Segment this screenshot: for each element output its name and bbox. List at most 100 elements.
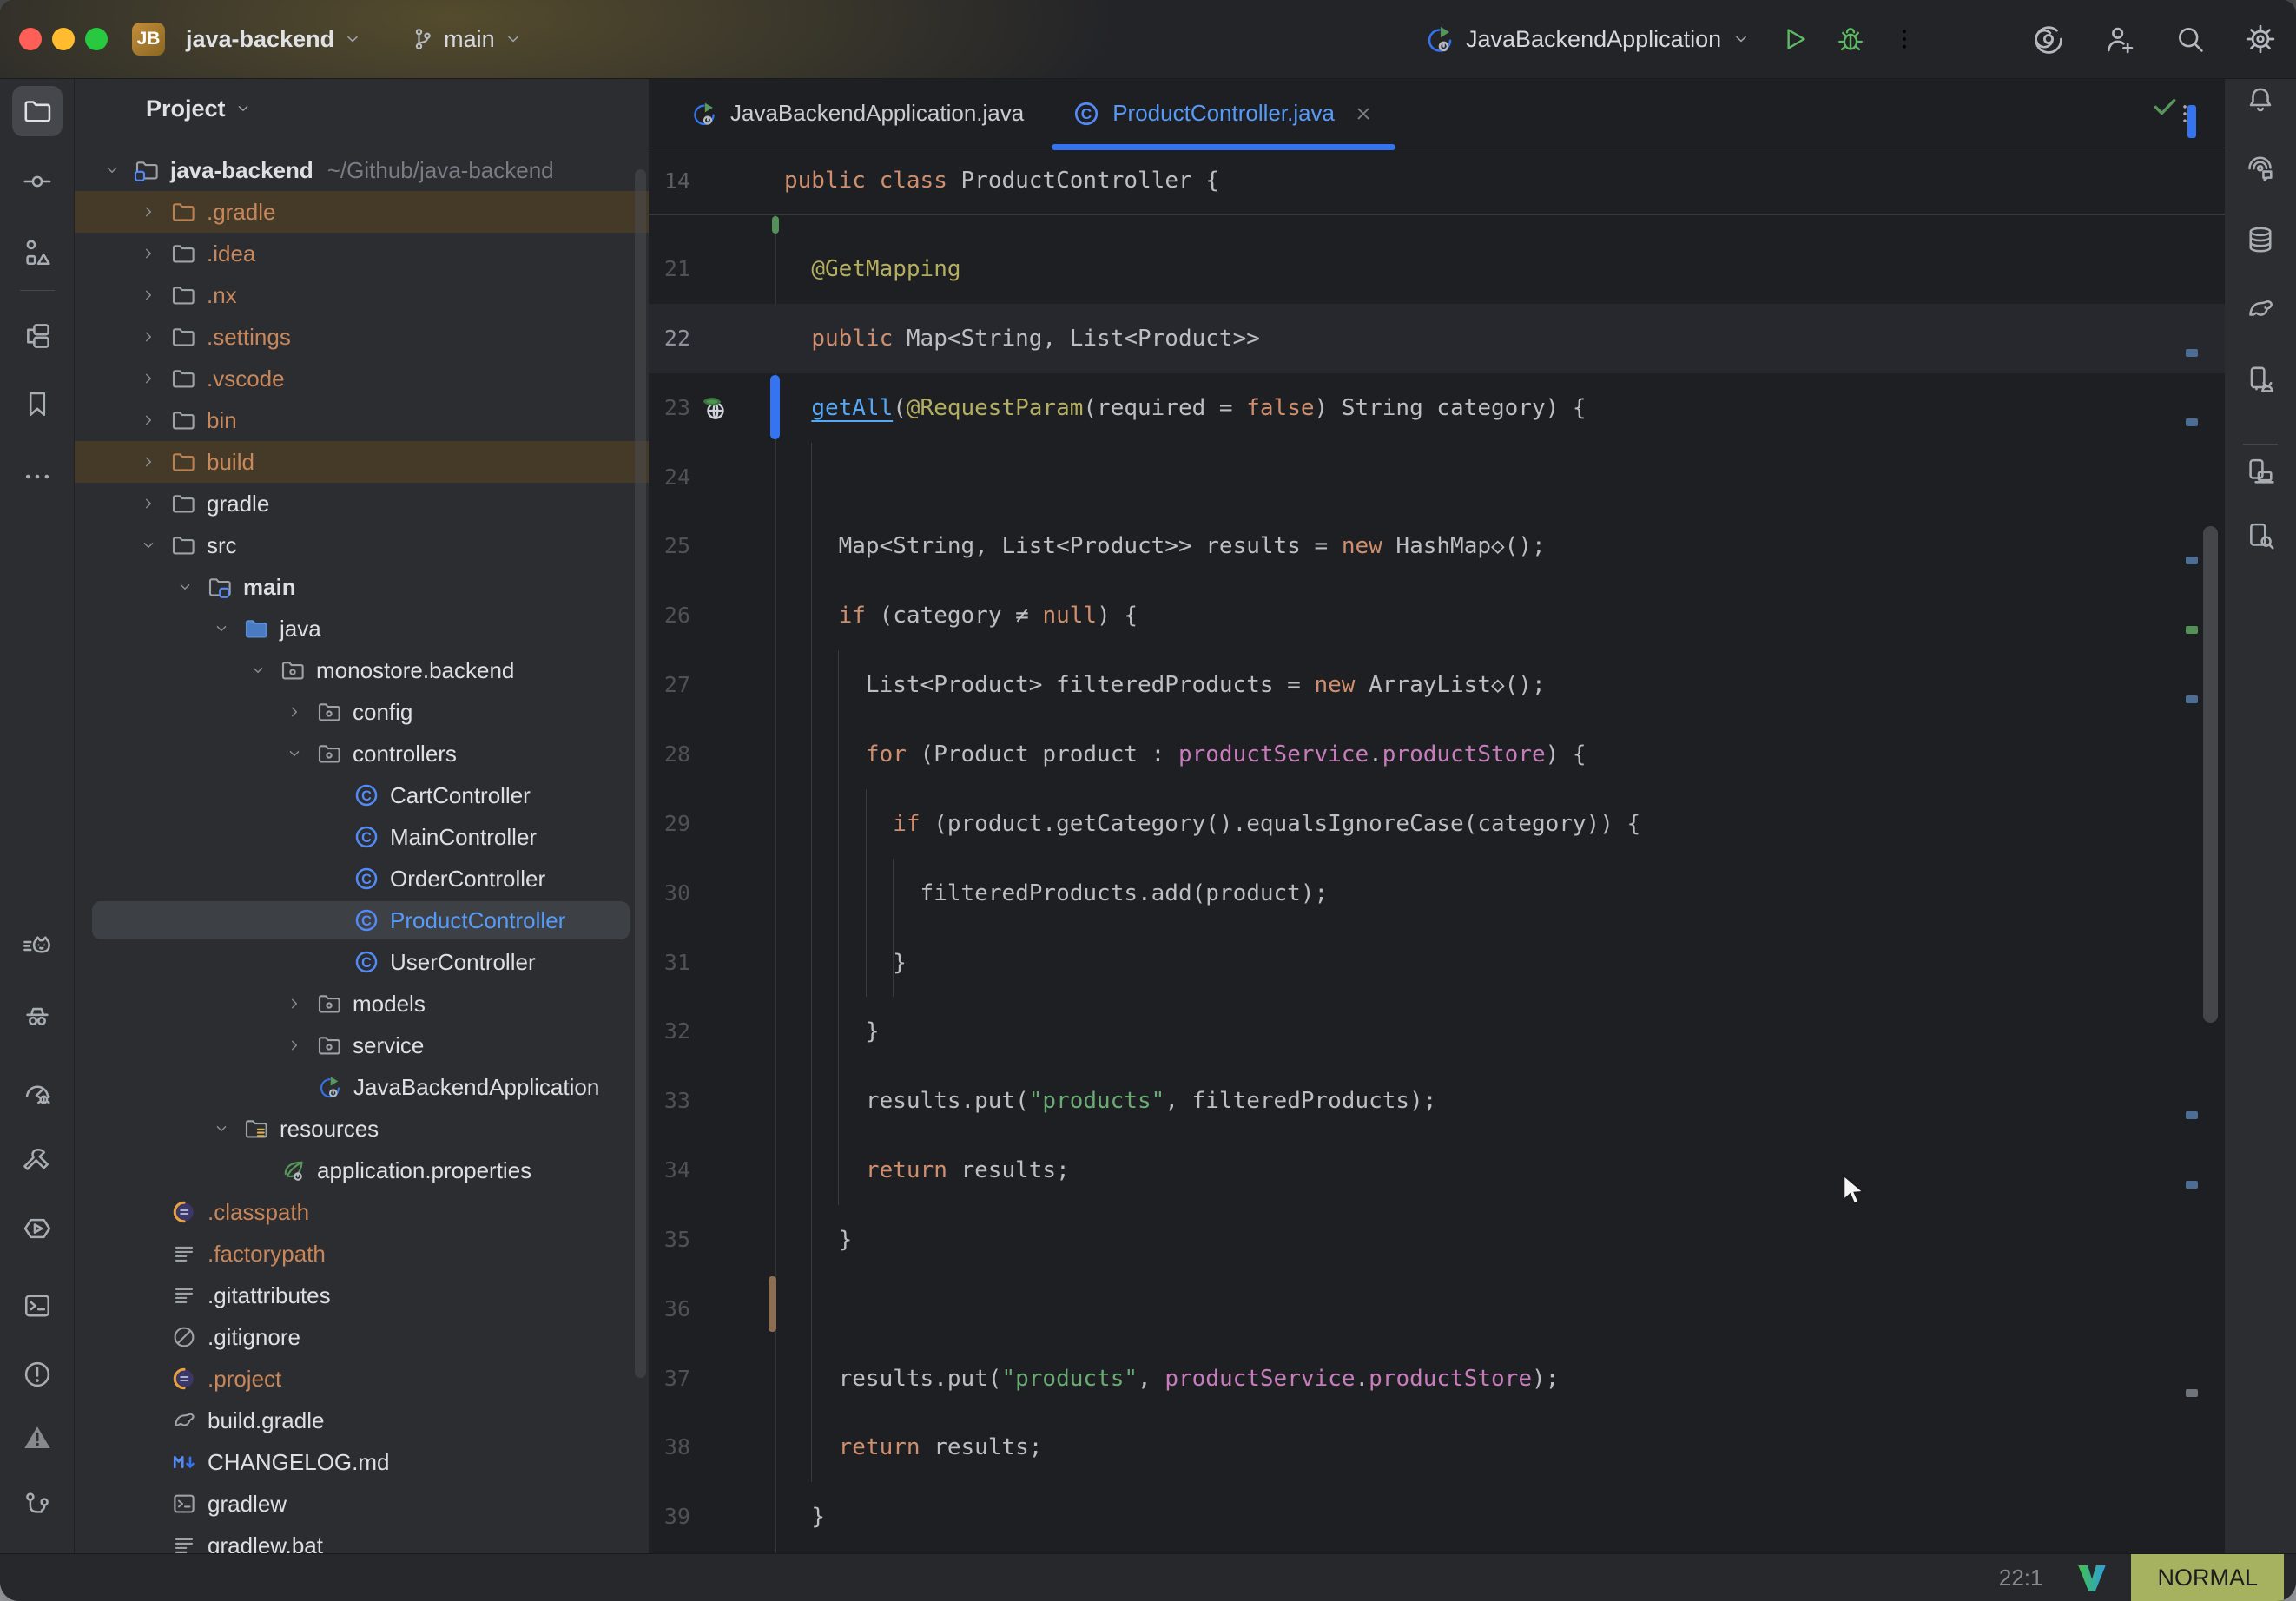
analysis-stripe-mark[interactable] [2186,418,2198,426]
chevron-right-icon[interactable] [137,245,160,262]
project-panel-header[interactable]: Project [75,79,649,138]
tree-item--gitattributes[interactable]: .gitattributes [75,1275,649,1316]
settings-icon[interactable] [2244,23,2277,56]
tree-item-src[interactable]: src [75,524,649,566]
analysis-stripe-mark[interactable] [2186,695,2198,703]
run-button[interactable] [1780,24,1810,54]
ai-chat-icon[interactable] [2235,144,2286,194]
tree-item-build[interactable]: build [75,441,649,483]
code-line-31[interactable]: 31 } [649,928,2225,998]
device-mirror-icon[interactable] [2235,446,2286,497]
problems-icon[interactable] [12,1349,63,1400]
inspections-ok-icon[interactable] [2150,91,2180,121]
tree-item-gradlew-bat[interactable]: gradlew.bat [75,1525,649,1554]
zoom-window-button[interactable] [85,28,108,50]
code-line-39[interactable]: 39 } [649,1482,2225,1552]
tree-item-config[interactable]: config [75,691,649,733]
analysis-stripe-mark[interactable] [2186,626,2198,634]
project-folder-icon[interactable] [12,86,63,136]
tree-item-application-properties[interactable]: application.properties [75,1150,649,1191]
analysis-stripe-mark[interactable] [2186,557,2198,564]
tree-item-ordercontroller[interactable]: COrderController [75,858,649,899]
tree-item--vscode[interactable]: .vscode [75,358,649,399]
chevron-right-icon[interactable] [137,495,160,512]
tree-item-resources[interactable]: resources [75,1108,649,1150]
ideavim-v-icon[interactable] [2074,1559,2110,1596]
chevron-right-icon[interactable] [137,287,160,304]
code-line-38[interactable]: 38 return results; [649,1413,2225,1482]
terminal-icon[interactable] [12,1281,63,1331]
run-configuration[interactable]: JavaBackendApplication [1466,26,1721,53]
endpoint-globe-icon[interactable] [699,393,729,423]
services-icon[interactable] [12,1203,63,1254]
chevron-down-icon[interactable] [174,578,196,596]
code-line-22[interactable]: 22 public Map<String, List<Product>> [649,304,2225,373]
code-line-30[interactable]: 30 filteredProducts.add(product); [649,859,2225,928]
git-branch-icon[interactable] [12,1480,63,1531]
code-line-32[interactable]: 32 } [649,997,2225,1066]
structure-icon[interactable] [12,227,63,278]
database-icon[interactable] [2235,214,2286,265]
notifications-bell-icon[interactable] [2235,75,2286,125]
chevron-down-icon[interactable] [247,662,269,679]
tree-item--project[interactable]: .project [75,1358,649,1400]
chevron-right-icon[interactable] [137,370,160,387]
tree-item--classpath[interactable]: .classpath [75,1191,649,1233]
analysis-stripe-mark[interactable] [2186,1389,2198,1397]
chevron-right-icon[interactable] [137,453,160,471]
tab-productcontroller-java[interactable]: CProductController.java [1048,79,1399,148]
chevron-right-icon[interactable] [283,703,306,721]
bookmarks-icon[interactable] [12,379,63,429]
build-hammer-icon[interactable] [12,1136,63,1186]
search-icon[interactable] [2174,23,2206,55]
analysis-stripe-mark[interactable] [2186,1111,2198,1119]
more-tools-icon[interactable] [12,451,63,502]
profiler-icon[interactable] [12,1067,63,1117]
analysis-stripe-mark[interactable] [2186,349,2198,357]
code-line-28[interactable]: 28 for (Product product : productService… [649,720,2225,789]
copilot-cat-icon[interactable] [12,922,63,972]
tree-item--settings[interactable]: .settings [75,316,649,358]
project-widget[interactable]: JB java-backend [132,23,362,56]
tree-item--nx[interactable]: .nx [75,274,649,316]
tree-item-java-backend[interactable]: java-backend~/Github/java-backend [75,149,649,191]
tree-item-build-gradle[interactable]: build.gradle [75,1400,649,1441]
tree-item-javabackendapplication[interactable]: JavaBackendApplication [75,1066,649,1108]
tree-item-gradlew[interactable]: gradlew [75,1483,649,1525]
tree-item-usercontroller[interactable]: CUserController [75,941,649,983]
code-line-36[interactable]: 36 [649,1275,2225,1344]
tree-item-main[interactable]: main [75,566,649,608]
code-line-25[interactable]: 25 Map<String, List<Product>> results = … [649,511,2225,581]
gradle-icon[interactable] [2235,284,2286,334]
code-area[interactable]: 21 @GetMapping22 public Map<String, List… [649,214,2225,1554]
tree-item-maincontroller[interactable]: CMainController [75,816,649,858]
tree-item-bin[interactable]: bin [75,399,649,441]
device-android-icon[interactable] [2235,354,2286,405]
chevron-down-icon[interactable] [210,1120,233,1137]
code-line-37[interactable]: 37 results.put("products", productServic… [649,1344,2225,1413]
tree-item--idea[interactable]: .idea [75,233,649,274]
editor[interactable]: JavaBackendApplication.javaCProductContr… [649,79,2225,1554]
code-line-23[interactable]: 23 getAll(@RequestParam(required = false… [649,373,2225,443]
close-window-button[interactable] [19,28,42,50]
commit-icon[interactable] [12,156,63,207]
code-line-27[interactable]: 27 List<Product> filteredProducts = new … [649,650,2225,720]
chevron-right-icon[interactable] [137,203,160,221]
tree-item-service[interactable]: service [75,1025,649,1066]
code-line-26[interactable]: 26 if (category ≠ null) { [649,581,2225,650]
code-line-24[interactable]: 24 [649,443,2225,512]
tree-scrollbar[interactable] [635,169,646,1378]
kebab-menu-icon[interactable] [1891,26,1917,52]
analysis-stripe-mark[interactable] [2186,1181,2198,1189]
tree-item-cartcontroller[interactable]: CCartController [75,774,649,816]
tree-item-models[interactable]: models [75,983,649,1025]
add-user-icon[interactable] [2103,23,2136,56]
chevron-right-icon[interactable] [137,328,160,346]
chevron-down-icon[interactable] [101,161,123,179]
close-tab-icon[interactable] [1352,102,1375,125]
tree-item-controllers[interactable]: controllers [75,733,649,774]
code-line-34[interactable]: 34 return results; [649,1136,2225,1205]
tree-item-java[interactable]: java [75,608,649,649]
chevron-down-icon[interactable] [137,537,160,554]
tree-item-productcontroller[interactable]: CProductController [75,899,649,941]
